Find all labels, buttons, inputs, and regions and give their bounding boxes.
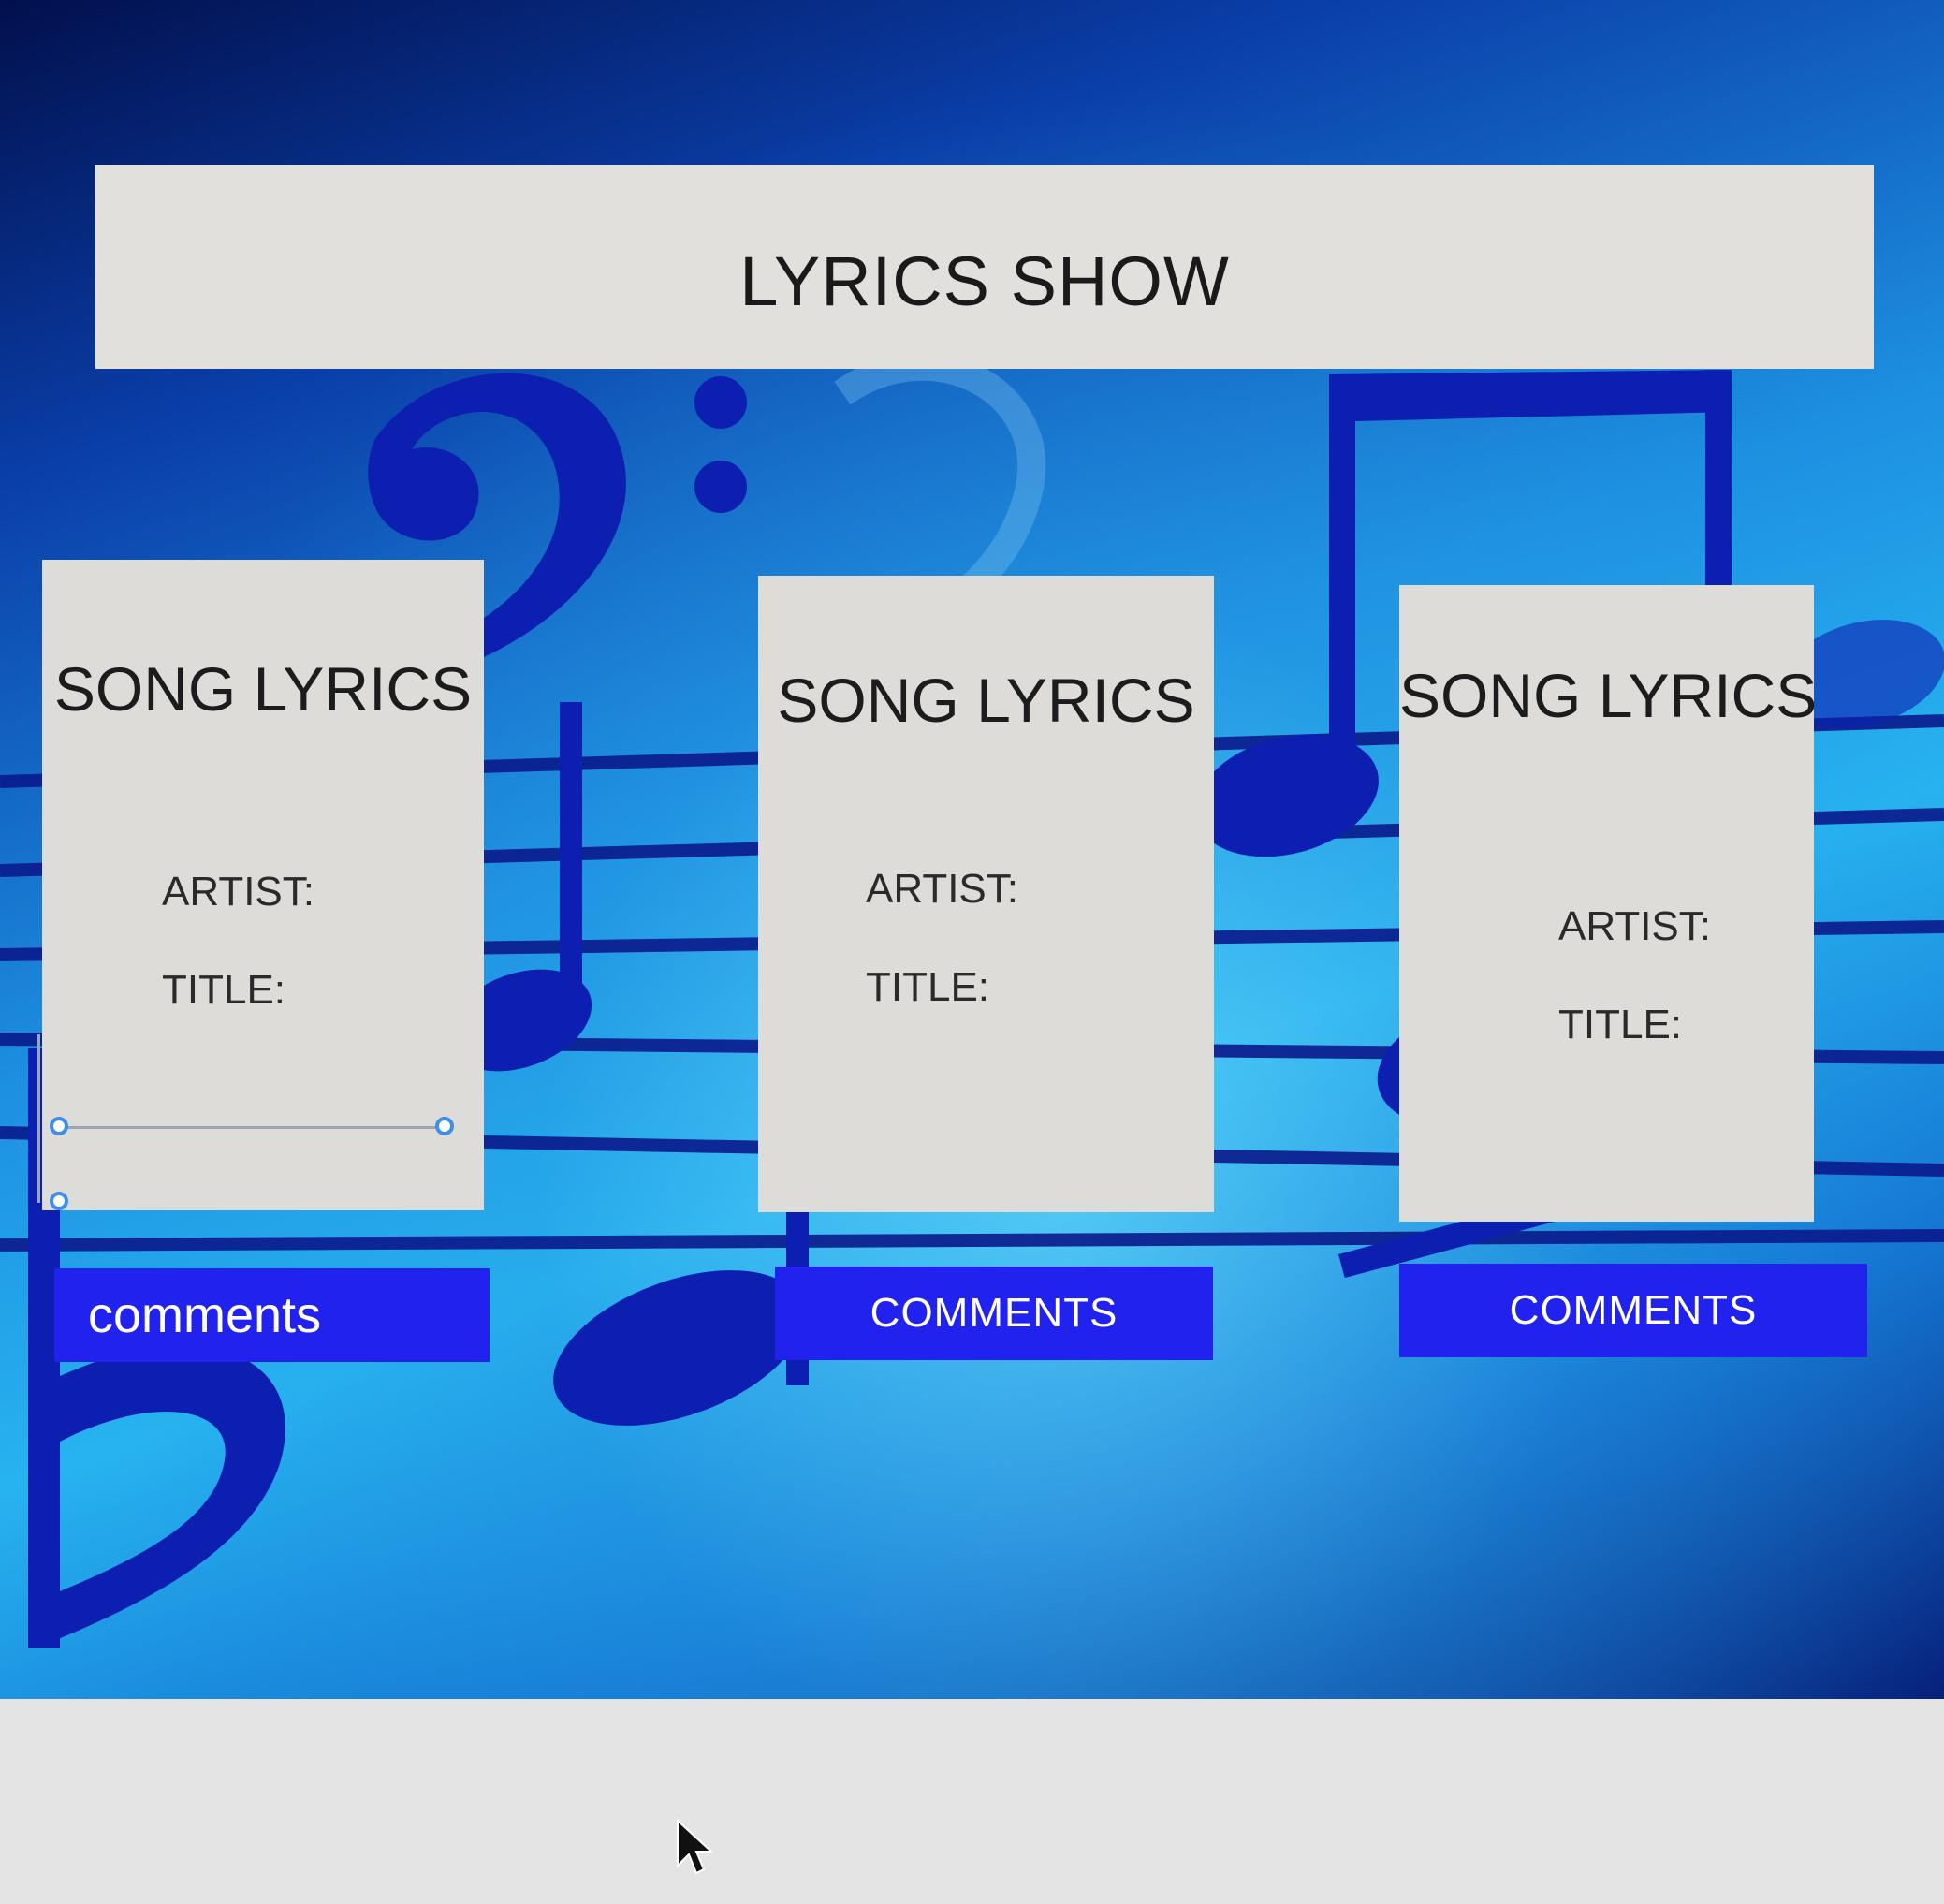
header-panel: LYRICS SHOW (95, 165, 1874, 369)
artist-label: ARTIST: (162, 869, 315, 915)
comments-button-1[interactable]: comments (54, 1268, 490, 1362)
song-card-1: SONG LYRICS ARTIST: TITLE: (42, 560, 484, 1210)
comments-button-2[interactable]: COMMENTS (775, 1267, 1213, 1360)
selection-handle-bottom[interactable] (50, 1192, 68, 1210)
comments-button-3[interactable]: COMMENTS (1399, 1264, 1867, 1357)
artist-label: ARTIST: (1558, 903, 1712, 949)
music-background: LYRICS SHOW SONG LYRICS ARTIST: TITLE: c… (0, 0, 1944, 1699)
page-title: LYRICS SHOW (739, 242, 1230, 320)
artist-label: ARTIST: (866, 866, 1019, 912)
song-card-title: SONG LYRICS (1399, 661, 1818, 730)
song-card-title: SONG LYRICS (777, 666, 1195, 735)
song-card-3: SONG LYRICS ARTIST: TITLE: (1399, 585, 1818, 1222)
title-label: TITLE: (1558, 1002, 1683, 1047)
title-label: TITLE: (162, 967, 286, 1013)
song-card-2: SONG LYRICS ARTIST: TITLE: (758, 576, 1214, 1212)
selection-edge (37, 1034, 40, 1203)
mouse-pointer-icon (677, 1819, 713, 1875)
selected-text-field[interactable] (59, 1126, 445, 1129)
selection-handle-left[interactable] (50, 1117, 68, 1135)
title-label: TITLE: (866, 964, 990, 1010)
selection-handle-right[interactable] (435, 1117, 454, 1135)
song-card-title: SONG LYRICS (53, 654, 473, 724)
